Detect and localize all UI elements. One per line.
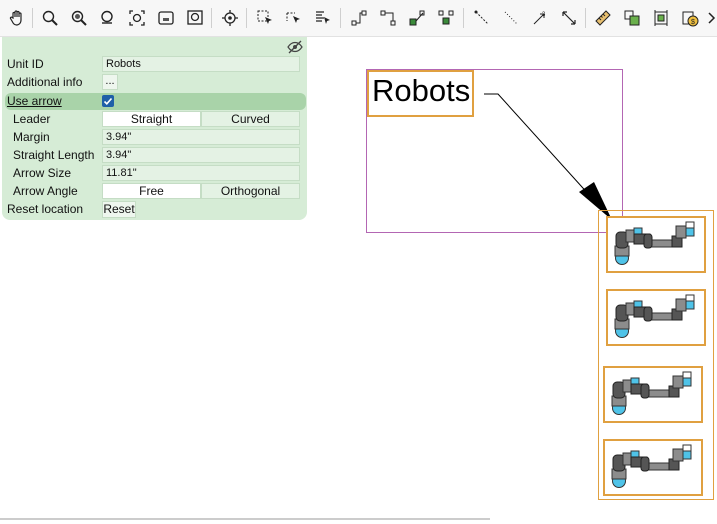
- robot-unit[interactable]: [603, 366, 703, 423]
- robot-unit[interactable]: [606, 216, 706, 273]
- margin-label: Margin: [13, 130, 50, 144]
- row-leader: Leader Straight Curved: [2, 111, 307, 128]
- row-additional-info: Additional info ...: [2, 74, 307, 91]
- row-arrow-angle: Arrow Angle Free Orthogonal: [2, 183, 307, 200]
- arrow-angle-free-option[interactable]: Free: [102, 183, 201, 199]
- robot-arm-icon: [611, 371, 692, 415]
- check-icon: [103, 97, 113, 105]
- horizontal-scrollbar[interactable]: [0, 518, 490, 520]
- row-arrow-size: Arrow Size 11.81": [2, 165, 307, 182]
- straight-length-field[interactable]: 3.94": [102, 147, 300, 163]
- robot-arm-icon: [614, 294, 695, 338]
- leader-toggle: Straight Curved: [102, 111, 300, 127]
- reset-location-label: Reset location: [7, 202, 84, 216]
- use-arrow-label[interactable]: Use arrow: [7, 94, 62, 108]
- straight-length-label: Straight Length: [13, 148, 95, 162]
- additional-info-label: Additional info: [7, 75, 83, 89]
- robot-unit[interactable]: [603, 439, 703, 496]
- row-margin: Margin 3.94": [2, 129, 307, 146]
- arrow-angle-orthogonal-option[interactable]: Orthogonal: [201, 183, 300, 199]
- row-straight-length: Straight Length 3.94": [2, 147, 307, 164]
- reset-button[interactable]: Reset: [102, 201, 136, 218]
- arrow-size-field[interactable]: 11.81": [102, 165, 300, 181]
- arrow-size-label: Arrow Size: [13, 166, 72, 180]
- robot-unit[interactable]: [606, 289, 706, 346]
- use-arrow-checkbox[interactable]: [102, 95, 114, 107]
- hide-eye-icon[interactable]: [287, 40, 303, 54]
- margin-field[interactable]: 3.94": [102, 129, 300, 145]
- row-use-arrow[interactable]: Use arrow: [5, 93, 306, 110]
- unit-properties-panel: Unit ID Robots Additional info ... Use a…: [2, 37, 307, 220]
- robot-arm-icon: [614, 221, 695, 265]
- row-unit-id: Unit ID Robots: [2, 56, 307, 73]
- unit-id-field[interactable]: Robots: [102, 56, 300, 72]
- arrow-angle-label: Arrow Angle: [13, 184, 78, 198]
- leader-straight-option[interactable]: Straight: [102, 111, 201, 127]
- leader-label: Leader: [13, 112, 51, 126]
- leader-curved-option[interactable]: Curved: [201, 111, 300, 127]
- robot-arm-icon: [611, 444, 692, 488]
- row-reset-location: Reset location Reset: [2, 201, 307, 218]
- arrow-angle-toggle: Free Orthogonal: [102, 183, 300, 199]
- additional-info-button[interactable]: ...: [102, 74, 118, 90]
- unit-id-label: Unit ID: [7, 57, 44, 71]
